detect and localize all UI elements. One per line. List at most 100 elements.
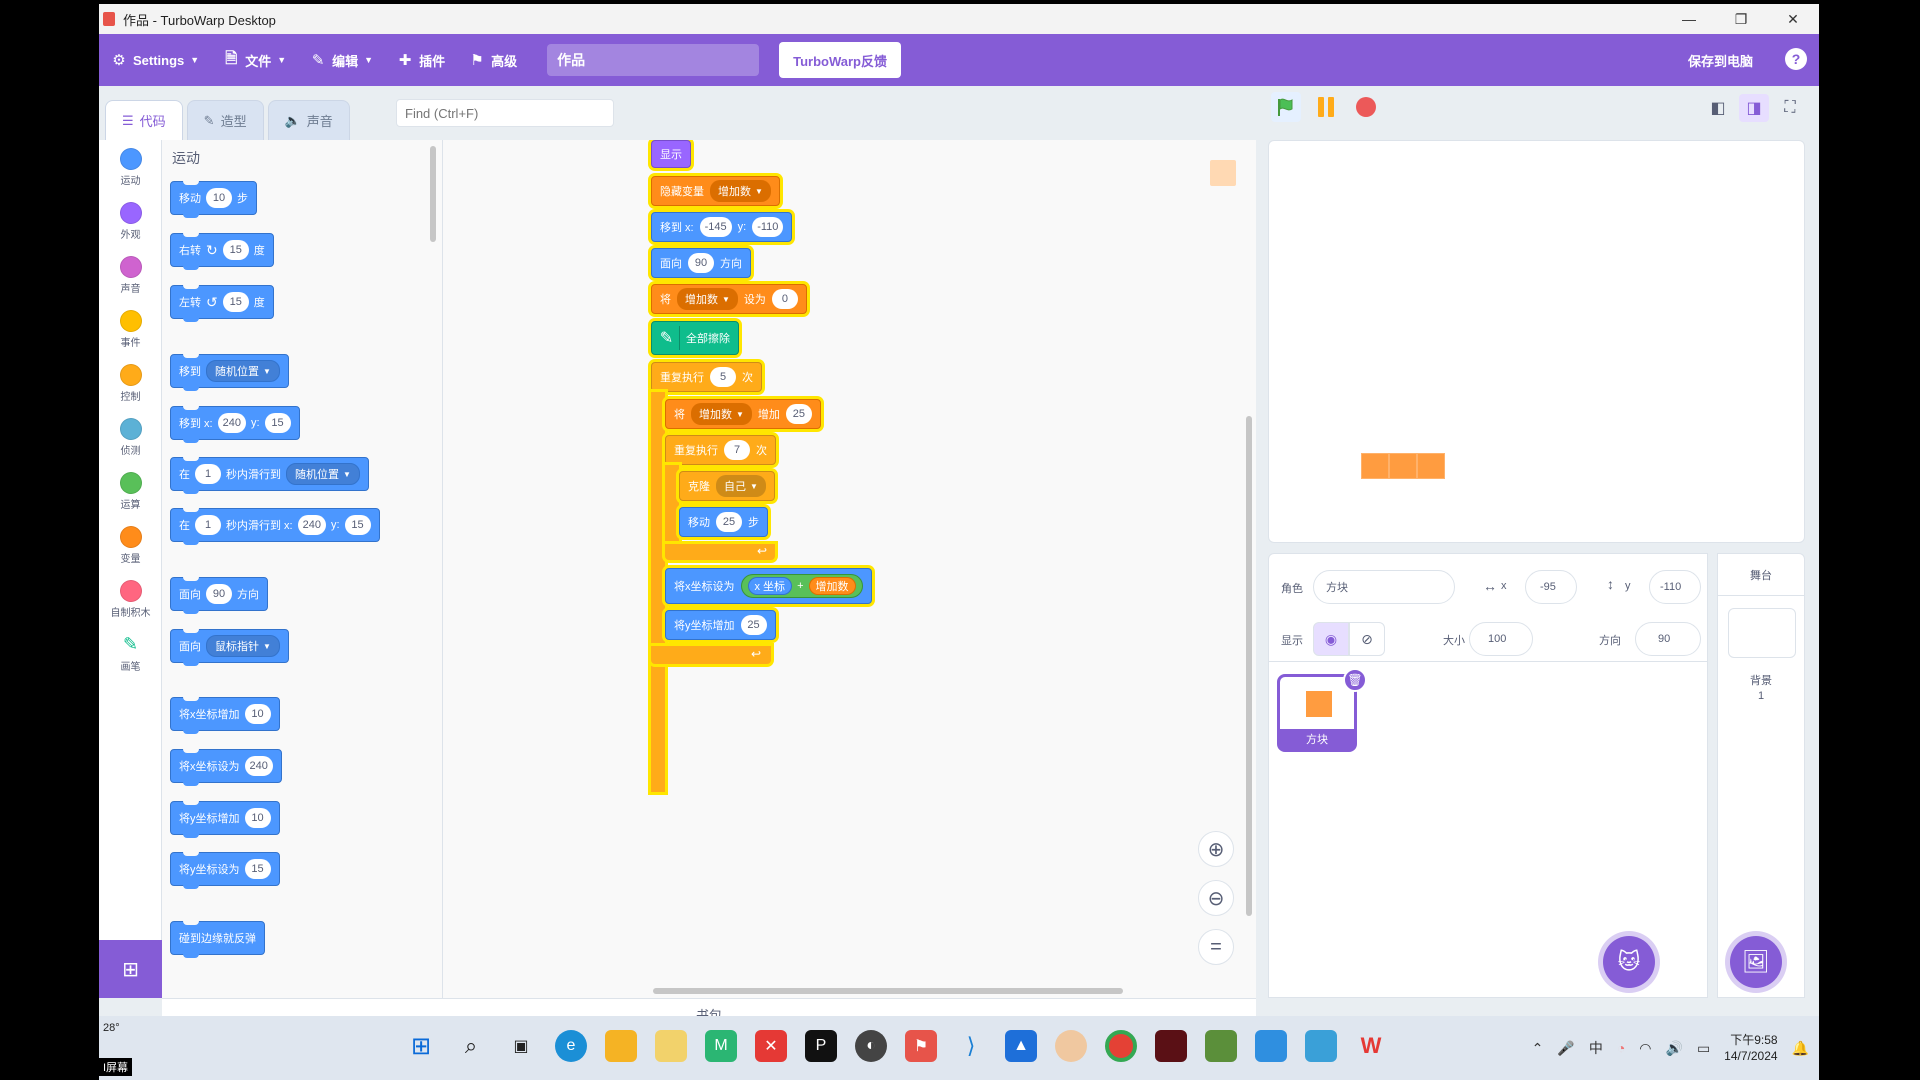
save-to-computer-button[interactable]: 保存到电脑 [1688, 34, 1753, 86]
block-dropdown[interactable]: 随机位置 ▼ [206, 360, 280, 382]
script-block-set-x[interactable]: 将x坐标设为 x 坐标 + 增加数 [665, 568, 872, 604]
block-number-input[interactable]: 240 [217, 413, 246, 433]
block-move-steps[interactable]: 移动 10 步 [170, 181, 257, 218]
green-app-icon[interactable]: M [705, 1030, 737, 1062]
category-control[interactable]: 控制 [99, 364, 162, 403]
chrome-icon[interactable] [1105, 1030, 1137, 1062]
block-point-towards[interactable]: 面向 鼠标指针 ▼ [170, 629, 289, 666]
block-number-input[interactable]: 15 [222, 292, 249, 312]
block-set-x[interactable]: 将x坐标设为 240 [170, 749, 282, 786]
microphone-icon[interactable]: 🎤 [1557, 1040, 1574, 1057]
script-block-pen-clear[interactable]: ✎ 全部擦除 [651, 321, 739, 355]
hide-sprite-button[interactable]: ⊘ [1349, 622, 1385, 656]
block-number-input[interactable]: 0 [771, 289, 798, 309]
block-glide-xy[interactable]: 在 1 秒内滑行到 x: 240 y: 15 [170, 508, 380, 545]
block-number-input[interactable]: 25 [716, 512, 742, 532]
stack-app-icon[interactable] [1305, 1030, 1337, 1062]
block-number-input[interactable]: 10 [206, 188, 232, 208]
block-number-input[interactable]: -110 [752, 217, 784, 237]
add-backdrop-button[interactable]: 🖼 [1730, 936, 1782, 988]
red-circle-app-icon[interactable]: ◐ [855, 1030, 887, 1062]
category-pen[interactable]: ✎ 画笔 [99, 634, 162, 673]
x-app-icon[interactable]: ✕ [755, 1030, 787, 1062]
block-dropdown[interactable]: 增加数 ▼ [677, 288, 738, 310]
category-events[interactable]: 事件 [99, 310, 162, 349]
block-number-input[interactable]: 25 [740, 615, 767, 635]
block-number-input[interactable]: -145 [699, 217, 732, 237]
battery-icon[interactable]: ▭ [1697, 1040, 1710, 1057]
block-number-input[interactable]: 1 [195, 515, 221, 535]
file-menu[interactable]: 🗎 文件 ▼ [211, 34, 298, 86]
small-stage-button[interactable]: ◧ [1703, 94, 1733, 122]
task-view-icon[interactable]: ▣ [505, 1030, 537, 1062]
block-bounce-on-edge[interactable]: 碰到边缘就反弹 [170, 921, 265, 958]
add-operator-reporter[interactable]: x 坐标 + 增加数 [740, 574, 863, 598]
size-input[interactable]: 100 [1469, 622, 1533, 656]
block-dropdown[interactable]: 增加数 ▼ [710, 180, 771, 202]
script-block-create-clone[interactable]: 克隆 自己 ▼ [679, 471, 775, 501]
edit-menu[interactable]: ✎ 编辑 ▼ [298, 34, 385, 86]
settings-menu[interactable]: ⚙ Settings ▼ [99, 34, 211, 86]
sprite-name-input[interactable]: 方块 [1313, 570, 1455, 604]
block-number-input[interactable]: 15 [344, 515, 371, 535]
block-dropdown[interactable]: 自己 ▼ [716, 475, 766, 497]
minecraft-icon[interactable] [1205, 1030, 1237, 1062]
block-change-x[interactable]: 将x坐标增加 10 [170, 697, 280, 734]
script-block-change-variable[interactable]: 将 增加数 ▼ 增加 25 [665, 399, 821, 429]
block-dropdown[interactable]: 随机位置 ▼ [286, 463, 360, 485]
wifi-icon[interactable]: ◠ [1639, 1040, 1651, 1057]
block-number-input[interactable]: 5 [710, 367, 736, 387]
block-goto[interactable]: 移到 随机位置 ▼ [170, 354, 289, 391]
backpack[interactable]: 书包 [162, 998, 1256, 1016]
pause-button[interactable] [1311, 92, 1341, 122]
edge-icon[interactable]: e [555, 1030, 587, 1062]
block-number-input[interactable]: 240 [297, 515, 326, 535]
large-stage-button[interactable]: ◨ [1739, 94, 1769, 122]
script-block-move-steps[interactable]: 移动 25 步 [679, 507, 768, 537]
x-input[interactable]: -95 [1525, 570, 1577, 604]
block-set-y[interactable]: 将y坐标设为 15 [170, 852, 280, 889]
block-number-input[interactable]: 10 [244, 808, 271, 828]
blue-app-icon[interactable] [1255, 1030, 1287, 1062]
pycharm-icon[interactable]: P [805, 1030, 837, 1062]
find-input[interactable] [396, 99, 614, 127]
minimize-button[interactable]: — [1663, 4, 1715, 34]
feedback-button[interactable]: TurboWarp反馈 [779, 42, 902, 78]
zoom-in-button[interactable]: ⊕ [1198, 831, 1234, 867]
block-number-input[interactable]: 240 [244, 756, 273, 776]
category-sound[interactable]: 声音 [99, 256, 162, 295]
add-extension-button[interactable]: ⊞ [99, 940, 162, 998]
script-block-point-direction[interactable]: 面向 90 方向 [651, 248, 751, 278]
script-block-show[interactable]: 显示 [651, 140, 691, 168]
workspace-horizontal-scrollbar[interactable] [653, 988, 1123, 994]
add-sprite-button[interactable]: 🐱 [1603, 936, 1655, 988]
category-sensing[interactable]: 侦测 [99, 418, 162, 457]
green-flag-button[interactable] [1271, 92, 1301, 122]
block-number-input[interactable]: 10 [244, 704, 271, 724]
project-title-input[interactable]: 作品 [547, 44, 760, 76]
weather-widget[interactable]: 28° [103, 1022, 120, 1034]
stop-button[interactable] [1351, 92, 1381, 122]
script-block-repeat-outer[interactable]: 重复执行 5 次 [651, 362, 762, 392]
start-icon[interactable]: ⊞ [405, 1030, 437, 1062]
fullscreen-button[interactable]: ⛶ [1775, 94, 1805, 122]
zoom-out-button[interactable]: ⊖ [1198, 880, 1234, 916]
volume-icon[interactable]: 🔊 [1666, 1040, 1683, 1057]
avatar-app-icon[interactable] [1055, 1030, 1087, 1062]
script-block-repeat-inner[interactable]: 重复执行 7 次 [665, 435, 776, 465]
category-motion[interactable]: 运动 [99, 148, 162, 187]
block-number-input[interactable]: 25 [785, 404, 812, 424]
wps-icon[interactable]: W [1355, 1030, 1387, 1062]
category-operators[interactable]: 运算 [99, 472, 162, 511]
direction-input[interactable]: 90 [1635, 622, 1701, 656]
block-number-input[interactable]: 15 [222, 240, 249, 260]
show-sprite-button[interactable]: ◉ [1313, 622, 1349, 656]
variable-reporter[interactable]: 增加数 [808, 577, 856, 595]
maximize-button[interactable]: ❐ [1715, 4, 1767, 34]
block-number-input[interactable]: 7 [724, 440, 750, 460]
search-icon[interactable]: ⌕ [455, 1030, 487, 1062]
notification-icon[interactable]: 🔔 [1792, 1040, 1809, 1057]
dark-red-app-icon[interactable] [1155, 1030, 1187, 1062]
category-my-blocks[interactable]: 自制积木 [99, 580, 162, 619]
block-dropdown[interactable]: 鼠标指针 ▼ [206, 635, 280, 657]
